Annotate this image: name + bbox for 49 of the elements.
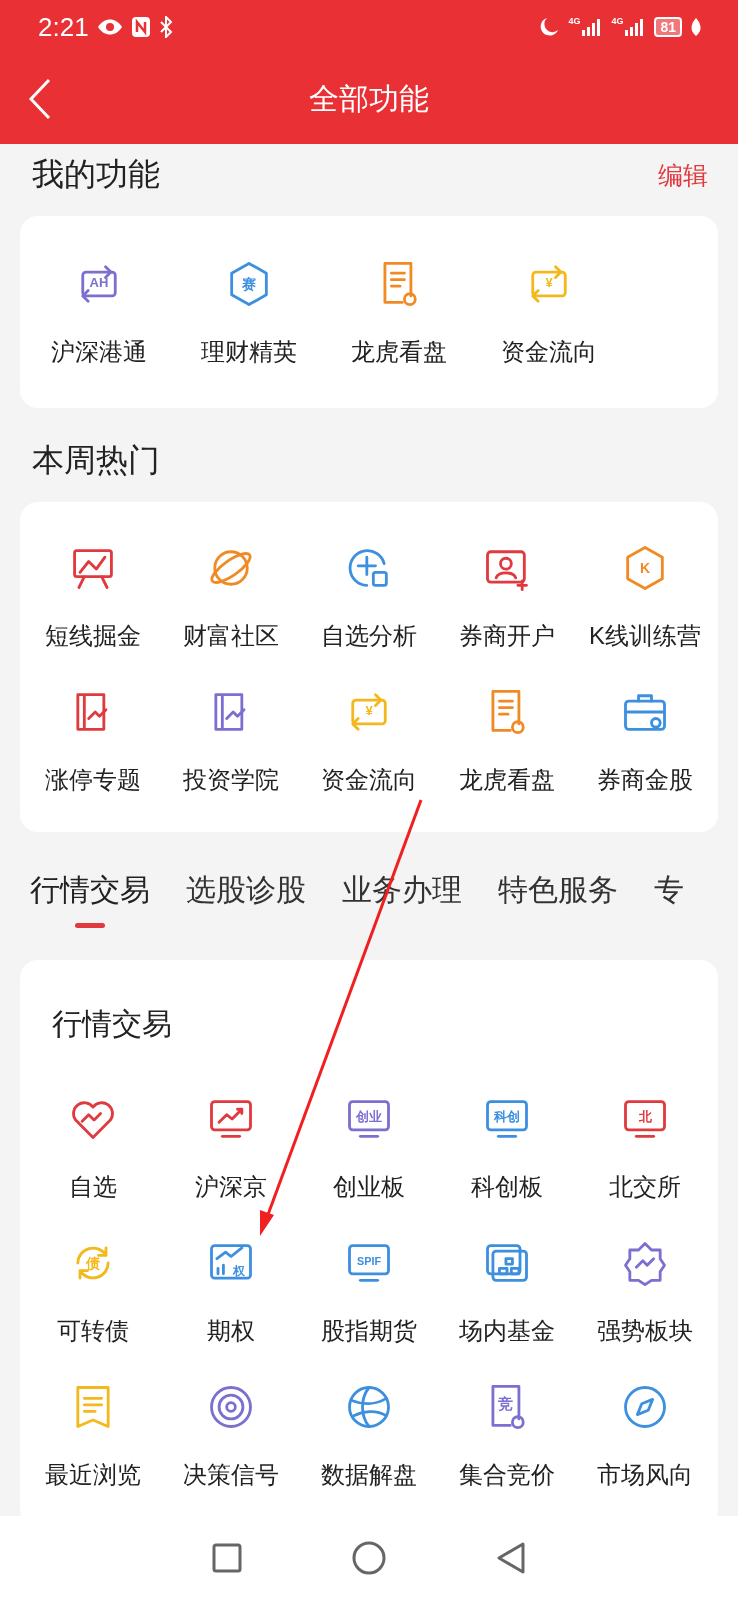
function-item[interactable]: SPIF 股指期货 [300, 1217, 438, 1361]
function-item[interactable]: 自选分析 [300, 522, 438, 666]
function-item[interactable]: 券商金股 [576, 666, 714, 810]
recent-apps-icon[interactable] [212, 1543, 242, 1573]
category-tab[interactable]: 行情交易 [30, 870, 150, 932]
nfc-icon [130, 16, 151, 38]
function-item[interactable]: ¥ 资金流向 [300, 666, 438, 810]
edit-link[interactable]: 编辑 [658, 158, 708, 192]
function-item[interactable]: 决策信号 [162, 1361, 300, 1505]
function-item[interactable]: 龙虎看盘 [324, 238, 474, 382]
function-item[interactable]: 投资学院 [162, 666, 300, 810]
function-item[interactable]: 北 北交所 [576, 1073, 714, 1217]
section-title: 我的功能 [32, 155, 160, 194]
function-item[interactable]: AH 沪深港通 [24, 238, 174, 382]
back-triangle-icon[interactable] [496, 1541, 526, 1575]
function-item[interactable]: 涨停专题 [24, 666, 162, 810]
home-icon[interactable] [352, 1541, 386, 1575]
function-item[interactable]: K K线训练营 [576, 522, 714, 666]
function-item[interactable]: 短线掘金 [24, 522, 162, 666]
function-item[interactable]: 赛 理财精英 [174, 238, 324, 382]
function-item[interactable]: 券商开户 [438, 522, 576, 666]
function-item[interactable]: 财富社区 [162, 522, 300, 666]
back-icon[interactable] [28, 78, 52, 120]
function-item[interactable]: 自选 [24, 1073, 162, 1217]
category-tab[interactable]: 专 [654, 870, 684, 932]
function-item[interactable]: 数据解盘 [300, 1361, 438, 1505]
function-item[interactable]: 债 可转债 [24, 1217, 162, 1361]
function-item[interactable]: 竞 集合竞价 [438, 1361, 576, 1505]
status-time: 2:21 [38, 11, 89, 43]
eye-icon [96, 18, 123, 36]
page-title: 全部功能 [309, 80, 429, 117]
category-tab[interactable]: 特色服务 [498, 870, 618, 932]
function-item[interactable]: 沪深京 [162, 1073, 300, 1217]
function-item[interactable]: 权 期权 [162, 1217, 300, 1361]
category-tab[interactable]: 选股诊股 [186, 870, 306, 932]
function-item[interactable]: ¥ 资金流向 [474, 238, 624, 382]
function-item[interactable]: 龙虎看盘 [438, 666, 576, 810]
battery-icon: 81 [654, 17, 682, 37]
function-item[interactable]: 创业 创业板 [300, 1073, 438, 1217]
function-item[interactable]: 科创 科创板 [438, 1073, 576, 1217]
bluetooth-icon [158, 16, 173, 38]
section-title: 本周热门 [32, 441, 160, 480]
function-item[interactable]: 场内基金 [438, 1217, 576, 1361]
function-item[interactable]: 强势板块 [576, 1217, 714, 1361]
section-title: 行情交易 [51, 1006, 173, 1042]
leaf-icon [690, 17, 702, 37]
function-item[interactable]: 市场风向 [576, 1361, 714, 1505]
function-item[interactable]: 最近浏览 [24, 1361, 162, 1505]
moon-icon [538, 16, 561, 38]
